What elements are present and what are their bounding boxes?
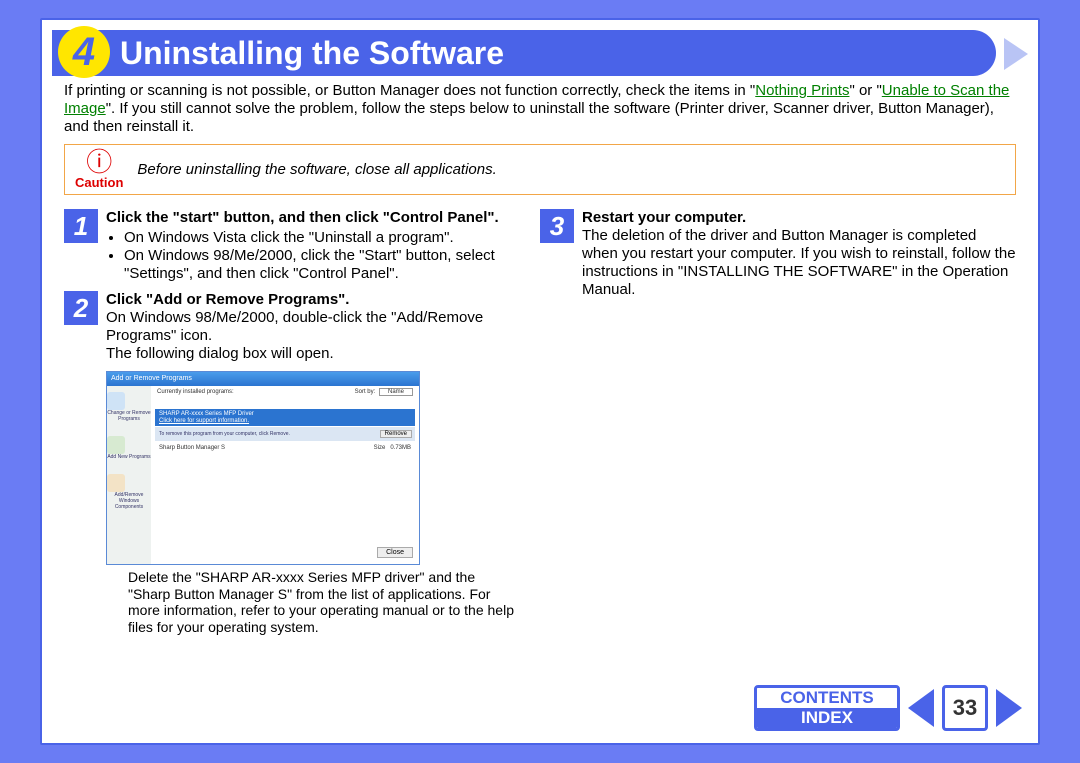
support-info-link: Click here for support information. [159,418,411,424]
nothing-prints-link[interactable]: Nothing Prints [755,82,849,99]
currently-installed-label: Currently installed programs: [157,389,234,395]
step-line: The following dialog box will open. [106,345,334,362]
step-2: 2 Click "Add or Remove Programs". On Win… [64,291,540,363]
windows-components-icon [107,474,125,492]
size-value: 0.73MB [390,445,411,451]
caution-box: ⓘ Caution Before uninstalling the softwa… [64,144,1016,195]
page-container: 4 Uninstalling the Software If printing … [40,18,1040,745]
intro-paragraph: If printing or scanning is not possible,… [64,82,1016,136]
add-new-programs-icon [107,436,125,454]
remove-hint-row: To remove this program from your compute… [155,427,415,441]
sort-by-label: Sort by: [355,389,376,395]
remove-button: Remove [380,430,412,438]
contents-link[interactable]: CONTENTS [757,688,897,708]
step-number-badge: 1 [64,209,98,243]
next-page-button[interactable] [994,685,1024,731]
dialog-sidebar: Change or Remove Programs Add New Progra… [107,386,151,564]
step-1: 1 Click the "start" button, and then cli… [64,209,540,283]
caution-icon: ⓘ [86,149,112,175]
caution-label: Caution [75,175,123,190]
selected-program-row: SHARP AR-xxxx Series MFP Driver Click he… [155,409,415,426]
sidebar-label: Add New Programs [107,454,150,460]
intro-text: " or " [849,82,881,99]
dialog-close-button: Close [377,547,413,558]
sidebar-label: Change or Remove Programs [107,410,151,422]
size-label: Size [374,445,386,451]
step-title: Click the "start" button, and then click… [106,209,499,226]
step-body: Click the "start" button, and then click… [106,209,540,283]
step-number-badge: 2 [64,291,98,325]
program-row: Sharp Button Manager S Size 0.73MB [159,445,411,451]
index-link[interactable]: INDEX [757,708,897,728]
step-title: Click "Add or Remove Programs". [106,291,349,308]
bullet: On Windows 98/Me/2000, click the "Start"… [124,247,540,283]
sidebar-label: Add/Remove Windows Components [107,492,151,510]
page-number: 33 [942,685,988,731]
contents-index-box: CONTENTS INDEX [754,685,900,731]
intro-text: If printing or scanning is not possible,… [64,82,755,99]
steps-columns: 1 Click the "start" button, and then cli… [64,209,1016,635]
section-header: 4 Uninstalling the Software [52,30,996,76]
bullet: On Windows Vista click the "Uninstall a … [124,229,540,247]
dialog-title-text: Add or Remove Programs [111,375,192,382]
sort-by-select: Name [379,388,413,396]
section-number-badge: 4 [58,26,110,78]
step-line: On Windows 98/Me/2000, double-click the … [106,309,483,344]
step-number-badge: 3 [540,209,574,243]
caution-text: Before uninstalling the software, close … [137,161,496,178]
step-line: The deletion of the driver and Button Ma… [582,227,1016,298]
change-remove-programs-icon [107,392,125,410]
add-remove-programs-dialog: Add or Remove Programs Change or Remove … [106,371,420,565]
program-name: Sharp Button Manager S [159,445,225,451]
bottom-navigation: CONTENTS INDEX 33 [754,685,1024,731]
delete-instruction-note: Delete the "SHARP AR-xxxx Series MFP dri… [128,569,518,635]
step-bullets: On Windows Vista click the "Uninstall a … [110,229,540,283]
intro-text: ". If you still cannot solve the problem… [64,100,994,135]
arrow-left-icon [908,689,934,727]
next-section-arrow-icon[interactable] [1004,38,1028,70]
dialog-titlebar: Add or Remove Programs [107,372,419,386]
dialog-main: Currently installed programs: Sort by: N… [151,386,419,564]
section-title: Uninstalling the Software [120,35,504,72]
remove-hint-text: To remove this program from your compute… [155,431,380,437]
arrow-right-icon [996,689,1022,727]
selected-program-name: SHARP AR-xxxx Series MFP Driver [159,411,254,417]
step-body: Restart your computer. The deletion of t… [582,209,1016,299]
right-column: 3 Restart your computer. The deletion of… [540,209,1016,635]
prev-page-button[interactable] [906,685,936,731]
step-body: Click "Add or Remove Programs". On Windo… [106,291,540,363]
step-3: 3 Restart your computer. The deletion of… [540,209,1016,299]
left-column: 1 Click the "start" button, and then cli… [64,209,540,635]
caution-badge: ⓘ Caution [75,149,123,190]
step-title: Restart your computer. [582,209,746,226]
